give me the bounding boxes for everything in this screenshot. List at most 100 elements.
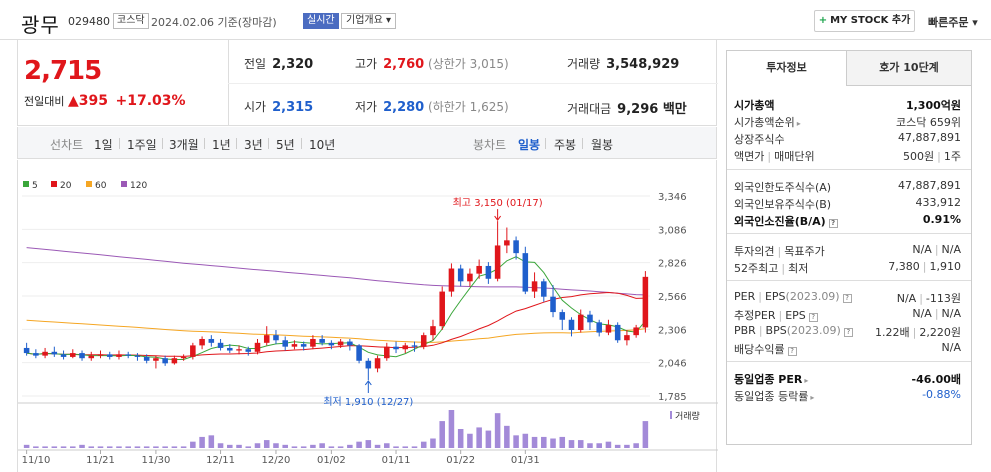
period-1y[interactable]: 1년 bbox=[212, 136, 231, 153]
candle bbox=[476, 265, 482, 274]
candle bbox=[171, 358, 178, 364]
volume-bar bbox=[125, 446, 131, 448]
volume-bar bbox=[605, 441, 612, 448]
volume-bar bbox=[457, 429, 464, 448]
x-tick-label: 01/31 bbox=[511, 455, 540, 466]
quick-order-dropdown[interactable]: 빠른주문 ▾ bbox=[928, 14, 978, 30]
divider bbox=[228, 83, 718, 84]
volume-bar bbox=[88, 446, 95, 448]
realtime-button[interactable]: 실시간 bbox=[303, 13, 339, 29]
volume-bar bbox=[319, 443, 325, 448]
candle-monthly[interactable]: 월봉 bbox=[591, 136, 613, 153]
candle bbox=[633, 327, 639, 336]
period-3y[interactable]: 3년 bbox=[244, 136, 263, 153]
candle bbox=[577, 314, 584, 331]
candle bbox=[356, 345, 362, 361]
volume-bar bbox=[485, 430, 492, 448]
industry-per-row[interactable]: 동일업종 PER ▸ -46.00배 bbox=[727, 369, 971, 386]
volume-bar bbox=[439, 421, 445, 448]
help-icon[interactable]: ? bbox=[843, 328, 853, 337]
candle bbox=[384, 346, 390, 359]
info-tabs: 투자정보 호가 10단계 bbox=[727, 51, 971, 86]
candle-chart-label: 봉차트 bbox=[473, 138, 507, 152]
candle-daily[interactable]: 일봉 bbox=[518, 136, 540, 153]
line-chart-label: 선차트 bbox=[50, 138, 84, 152]
change-percent: +17.03% bbox=[115, 93, 186, 109]
opinion-group: 투자의견 | 목표주가 N/A | N/A 52주최고 | 최저 7,380 | 1,910 bbox=[727, 234, 971, 281]
market-cap-rank-row[interactable]: 시가총액순위 ▸ 코스닥 659위 bbox=[727, 112, 971, 129]
price-summary: 2,715 전일대비 ▲395 +17.03% 전일 2,320 고가 2,760 … bbox=[17, 40, 718, 126]
volume-bar bbox=[614, 444, 621, 448]
help-icon[interactable]: ? bbox=[787, 347, 797, 356]
volume-bar bbox=[393, 446, 399, 448]
up-arrow-icon: ▲ bbox=[67, 93, 79, 109]
volume-bar bbox=[310, 444, 316, 448]
candle bbox=[420, 335, 427, 347]
candle bbox=[88, 355, 95, 359]
legend-label: 120 bbox=[130, 181, 147, 191]
candlestick-chart-svg[interactable]: 5 20 60 120 3,346 3,086 2,826 2,566 2,306 2,046 1,… bbox=[18, 160, 718, 472]
volume-bar bbox=[568, 440, 575, 448]
x-tick-label: 12/11 bbox=[206, 455, 235, 466]
volume-bar bbox=[162, 446, 168, 448]
candle bbox=[402, 345, 409, 350]
x-tick-label: 01/22 bbox=[446, 455, 475, 466]
candle bbox=[642, 276, 649, 328]
chart-toolbar: 선차트 1일 1주일 3개월 1년 3년 5년 10년 봉차트 일봉 주봉 월봉 bbox=[17, 127, 717, 159]
volume-bar bbox=[420, 441, 427, 448]
prev-close: 전일 2,320 bbox=[244, 57, 314, 72]
x-tick-label: 11/10 bbox=[22, 455, 51, 466]
volume-bar bbox=[153, 446, 159, 448]
market-cap-group: 시가총액 1,300억원 시가총액순위 ▸ 코스닥 659위 상장주식수 47,887,… bbox=[727, 87, 971, 170]
help-icon[interactable]: ? bbox=[808, 313, 818, 322]
company-overview-dropdown[interactable]: 기업개요 ▾ bbox=[341, 13, 396, 29]
volume-bar bbox=[227, 444, 233, 448]
candle bbox=[467, 273, 473, 282]
period-10y[interactable]: 10년 bbox=[309, 136, 335, 153]
tab-investment-info[interactable]: 투자정보 bbox=[727, 51, 847, 86]
help-icon[interactable]: ? bbox=[842, 294, 852, 303]
candle bbox=[531, 281, 538, 292]
period-5y[interactable]: 5년 bbox=[276, 136, 295, 153]
foreign-limit-row: 외국인한도주식수(A) 47,887,891 bbox=[734, 179, 961, 194]
period-3m[interactable]: 3개월 bbox=[169, 136, 199, 153]
candle bbox=[143, 356, 150, 361]
volume-bar bbox=[51, 446, 58, 448]
y-tick-label: 2,566 bbox=[658, 292, 687, 303]
help-icon[interactable]: ? bbox=[828, 219, 838, 228]
per-eps-row: PER | EPS(2023.09)? N/A | -113원 bbox=[734, 290, 961, 305]
x-tick-label: 01/11 bbox=[382, 455, 411, 466]
candle bbox=[51, 351, 58, 355]
industry-change-row[interactable]: 동일업종 등락률 ▸ -0.88% bbox=[727, 386, 971, 403]
candle bbox=[134, 355, 141, 357]
investment-info-panel: 투자정보 호가 10단계 시가총액 1,300억원 시가총액순위 ▸ 코스닥 659위… bbox=[726, 50, 972, 445]
volume-bar bbox=[337, 446, 344, 448]
tab-orderbook-10[interactable]: 호가 10단계 bbox=[847, 51, 971, 86]
period-1d[interactable]: 1일 bbox=[94, 136, 113, 153]
volume-bar bbox=[42, 446, 48, 448]
candle-weekly[interactable]: 주봉 bbox=[554, 136, 576, 153]
volume-bar bbox=[411, 446, 418, 448]
volume-bar bbox=[356, 441, 362, 448]
candle bbox=[162, 358, 168, 364]
price-chart[interactable]: 5 20 60 120 3,346 3,086 2,826 2,566 2,306 2,046 1,… bbox=[17, 160, 718, 472]
candle bbox=[541, 281, 547, 297]
volume-bar bbox=[236, 444, 242, 448]
candle bbox=[513, 240, 519, 254]
candle bbox=[448, 268, 455, 292]
volume-bar bbox=[60, 446, 67, 448]
y-tick-label: 3,346 bbox=[658, 192, 687, 203]
volume-bar bbox=[577, 440, 584, 448]
dividend-row: 배당수익률? N/A bbox=[734, 341, 961, 356]
volume-bar bbox=[245, 446, 252, 448]
volume-legend-swatch bbox=[670, 411, 672, 419]
candle bbox=[199, 338, 205, 346]
add-mystock-button[interactable]: + MY STOCK 추가 bbox=[814, 10, 915, 32]
stock-header: 광무 029480 코스닥 2024.02.06 기준(장마감) 실시간 기업개… bbox=[0, 0, 991, 40]
volume-bar bbox=[541, 436, 547, 448]
x-tick-label: 11/21 bbox=[86, 455, 115, 466]
volume-bar bbox=[402, 446, 409, 448]
volume-bar bbox=[33, 446, 39, 448]
volume-bar bbox=[476, 427, 482, 448]
period-1w[interactable]: 1주일 bbox=[127, 136, 157, 153]
